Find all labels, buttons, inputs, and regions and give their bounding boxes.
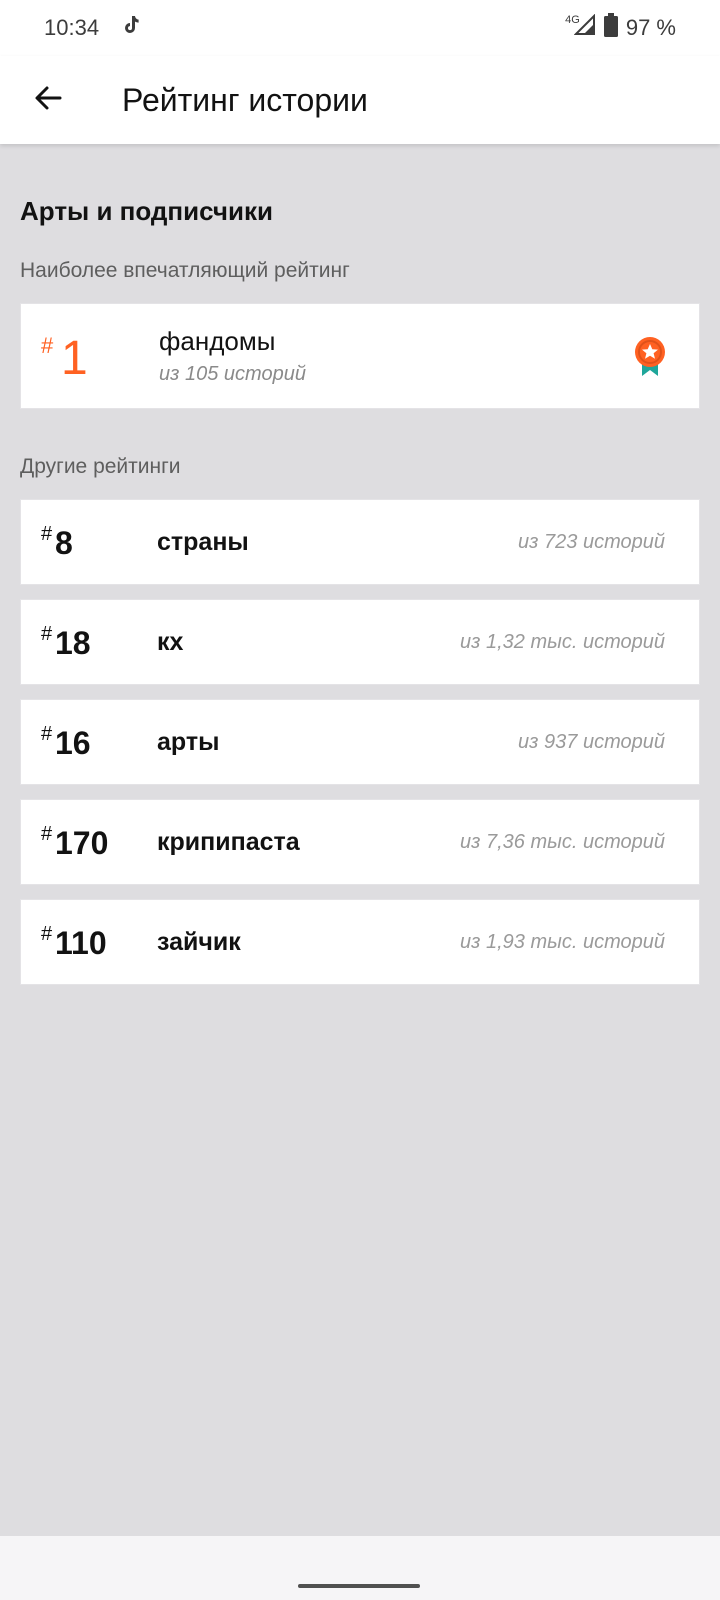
section-title: Арты и подписчики (20, 196, 273, 226)
tag-story-count: из 7,36 тыс. историй (460, 830, 665, 853)
rank-number: 16 (55, 725, 91, 761)
top-ranking-card[interactable]: # 1 фандомы из 105 историй (20, 303, 700, 409)
system-nav-bar (0, 1536, 720, 1600)
other-rankings-heading: Другие рейтинги (20, 455, 181, 478)
page-title: Рейтинг истории (122, 81, 368, 118)
rank: # 16 (21, 699, 157, 785)
rank-hash: # (41, 723, 53, 745)
top-ranking-heading: Наиболее впечатляющий рейтинг (20, 259, 350, 282)
award-ribbon-icon (633, 336, 667, 383)
tag-name: арты (157, 727, 220, 756)
top-rank: # 1 (21, 303, 159, 409)
tag-name: фандомы (159, 326, 276, 356)
battery-level: 97 % (625, 15, 676, 40)
tag-story-count: из 105 историй (159, 363, 306, 385)
rank-hash: # (41, 523, 53, 545)
tag-story-count: из 723 историй (518, 530, 665, 553)
tag-story-count: из 937 историй (518, 730, 665, 753)
rank-number: 110 (55, 925, 107, 961)
status-time: 10:34 (44, 15, 100, 40)
ranking-row[interactable]: # 16 арты из 937 историй (20, 699, 700, 785)
tag-story-count: из 1,93 тыс. историй (460, 930, 665, 953)
rank: # 18 (21, 599, 157, 685)
rank-number: 8 (55, 525, 73, 561)
rank: # 170 (21, 799, 157, 885)
tag-name: страны (157, 527, 249, 556)
rank-hash: # (41, 923, 53, 945)
tag-story-count: из 1,32 тыс. историй (460, 630, 665, 653)
top-rank-info: фандомы из 105 историй (159, 326, 306, 386)
network-label: 4G (565, 14, 580, 26)
ranking-row[interactable]: # 8 страны из 723 историй (20, 499, 700, 585)
rank-hash: # (41, 623, 53, 645)
status-bar: 10:34 4G 97 % (0, 0, 720, 56)
rankings-content: Арты и подписчики Наиболее впечатляющий … (20, 144, 700, 985)
ranking-row[interactable]: # 170 крипипаста из 7,36 тыс. историй (20, 799, 700, 885)
ranking-row[interactable]: # 18 кх из 1,32 тыс. историй (20, 599, 700, 685)
rank-hash: # (41, 823, 53, 845)
tiktok-icon (119, 13, 143, 43)
rank-number: 18 (55, 625, 91, 661)
rank-number: 170 (55, 825, 109, 861)
other-rankings-list: # 8 страны из 723 историй # 18 кх из 1,3… (20, 499, 700, 985)
app-bar: Рейтинг истории (0, 56, 720, 144)
ranking-row[interactable]: # 110 зайчик из 1,93 тыс. историй (20, 899, 700, 985)
rank: # 8 (21, 499, 157, 585)
battery-icon (603, 13, 618, 43)
back-button[interactable] (0, 56, 96, 144)
status-indicators: 4G 97 % (565, 13, 676, 43)
rank: # 110 (21, 899, 157, 985)
home-gesture-handle[interactable] (298, 1584, 420, 1588)
tag-name: зайчик (157, 927, 241, 956)
arrow-left-icon (32, 82, 64, 119)
tag-name: кх (157, 627, 184, 656)
tag-name: крипипаста (157, 827, 300, 856)
rank-number: 1 (61, 332, 88, 385)
rank-hash: # (41, 333, 54, 358)
